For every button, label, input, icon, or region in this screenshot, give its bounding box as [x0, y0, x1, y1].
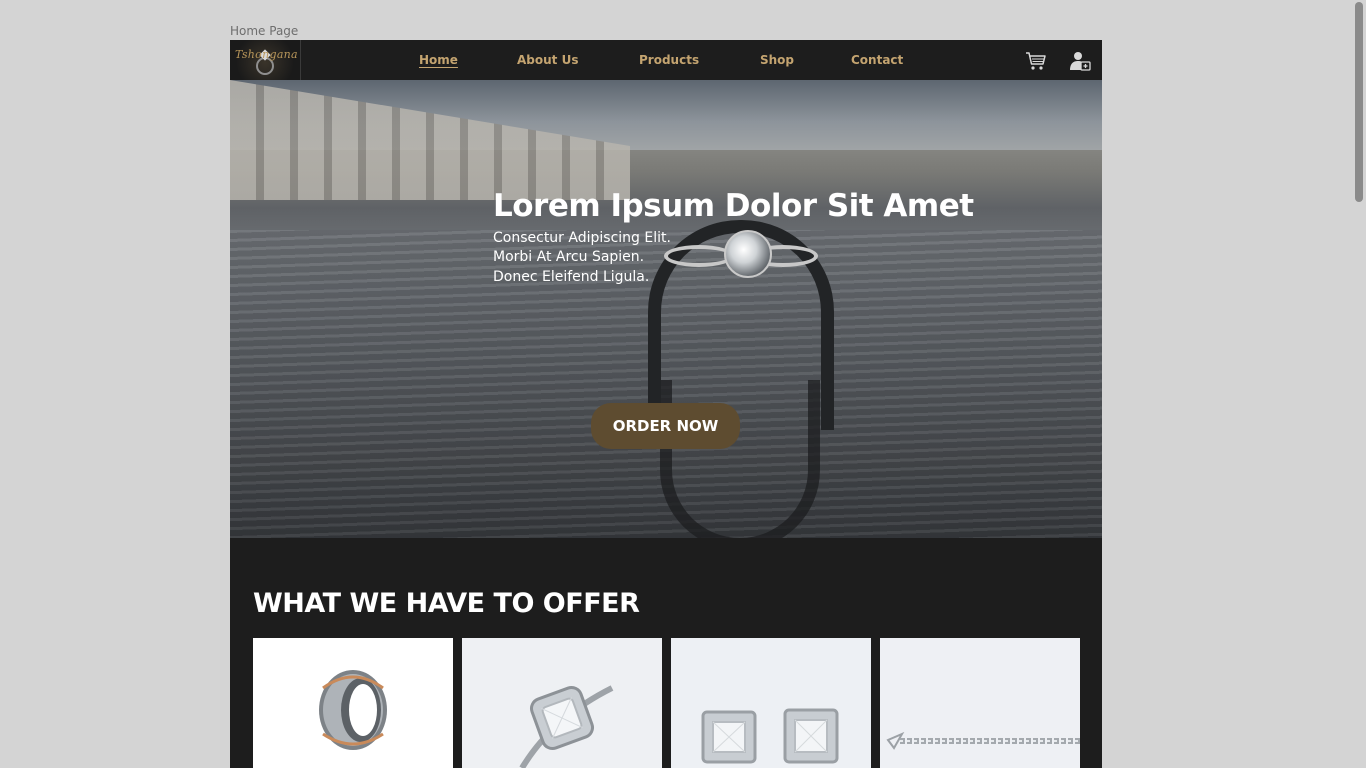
- hero-banner: Lorem Ipsum Dolor Sit Amet Consectur Adi…: [230, 80, 1102, 538]
- hero-subtitle-line: Donec Eleifend Ligula.: [493, 269, 650, 285]
- tennis-bracelet-image: [886, 731, 1080, 750]
- hero-title: Lorem Ipsum Dolor Sit Amet: [493, 188, 974, 224]
- hero-subtitle-line: Morbi At Arcu Sapien.: [493, 249, 645, 265]
- page-label: Home Page: [230, 24, 299, 38]
- order-now-button[interactable]: ORDER NOW: [591, 403, 740, 449]
- hero-subtitle-line: Consectur Adipiscing Elit.: [493, 230, 671, 246]
- product-card-halo-ring[interactable]: [462, 638, 662, 768]
- user-account-icon[interactable]: [1069, 50, 1091, 72]
- halo-diamond-ring-image: [519, 685, 614, 768]
- nav-link-about-us[interactable]: About Us: [517, 53, 578, 67]
- brand-logo[interactable]: Tshongana: [230, 40, 301, 80]
- nav-link-products[interactable]: Products: [639, 53, 699, 67]
- navbar: Tshongana Home About Us Products Shop Co…: [230, 40, 1102, 80]
- page-scrollbar[interactable]: [1352, 0, 1366, 768]
- logo-text: Tshongana: [235, 48, 298, 61]
- nav-link-home[interactable]: Home: [419, 53, 458, 67]
- nav-link-contact[interactable]: Contact: [851, 53, 903, 67]
- product-card-stud-earrings[interactable]: [671, 638, 871, 768]
- cart-icon[interactable]: [1025, 50, 1047, 72]
- product-card-tungsten-ring[interactable]: [253, 638, 453, 768]
- tungsten-band-ring-image: [319, 670, 387, 750]
- princess-cut-stud-earrings-image: [701, 708, 839, 764]
- scrollbar-thumb[interactable]: [1355, 2, 1363, 202]
- product-card-tennis-bracelet[interactable]: [880, 638, 1080, 768]
- website-frame: Tshongana Home About Us Products Shop Co…: [230, 40, 1102, 768]
- ring-diamond-image: [724, 230, 772, 278]
- nav-link-shop[interactable]: Shop: [760, 53, 794, 67]
- offer-section-title: WHAT WE HAVE TO OFFER: [253, 588, 640, 619]
